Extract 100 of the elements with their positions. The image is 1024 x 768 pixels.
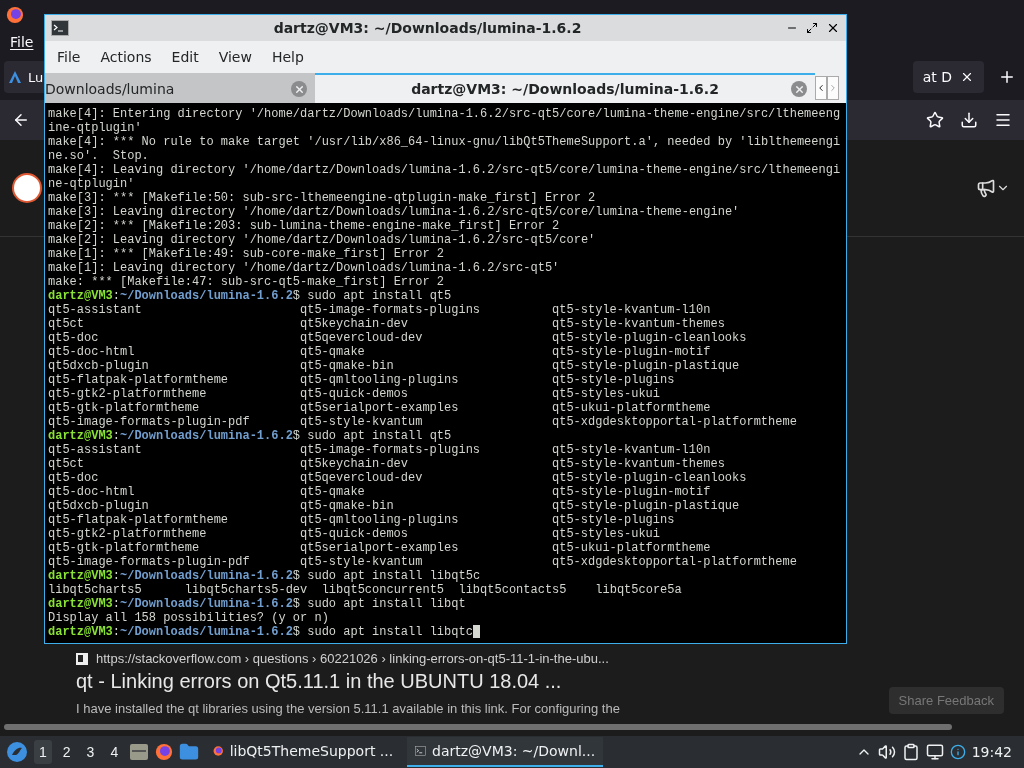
result-snippet: I have installed the qt libraries using the version 5.11.1 available in this link. For configuring the bbox=[76, 701, 620, 716]
package-name: qt5-flatpak-platformtheme bbox=[48, 513, 230, 527]
menu-icon[interactable] bbox=[994, 111, 1012, 129]
package-name: qt5-xdgdesktopportal-platformtheme bbox=[552, 415, 798, 429]
chevron-left-icon bbox=[816, 82, 826, 94]
package-name: qt5-flatpak-platformtheme bbox=[48, 373, 230, 387]
package-name: qt5-doc bbox=[48, 471, 100, 485]
terminal-icon bbox=[51, 20, 69, 36]
close-tab-icon[interactable] bbox=[791, 81, 807, 97]
package-name: qt5-ukui-platformtheme bbox=[552, 541, 712, 555]
start-menu-icon[interactable] bbox=[6, 741, 28, 763]
package-name: qt5-qmltooling-plugins bbox=[300, 513, 460, 527]
package-name: qt5-style-plugin-cleanlooks bbox=[552, 471, 748, 485]
megaphone-icon[interactable] bbox=[976, 178, 996, 198]
file-manager-icon[interactable] bbox=[129, 743, 150, 761]
clipboard-icon[interactable] bbox=[901, 743, 920, 761]
package-name: qt5-style-kvantum-themes bbox=[552, 457, 726, 471]
package-name: qt5-doc bbox=[48, 331, 100, 345]
workspace-button[interactable]: 3 bbox=[81, 740, 100, 764]
close-icon[interactable] bbox=[826, 21, 840, 35]
package-name: qt5-image-formats-plugin-pdf bbox=[48, 415, 251, 429]
result-url[interactable]: https://stackoverflow.com › questions › 60221026 › linking-errors-on-qt5-11-1-in-the-ubu... bbox=[96, 651, 609, 666]
browser-tab[interactable]: at D bbox=[912, 61, 984, 93]
menu-item[interactable]: Help bbox=[261, 49, 314, 65]
package-name: qt5qevercloud-dev bbox=[300, 471, 424, 485]
window-title: dartz@VM3: ~/Downloads/lumina-1.6.2 bbox=[272, 20, 583, 36]
terminal-line: make[2]: Leaving directory '/home/dartz/Downloads/lumina-1.6.2/src-qt5/core' bbox=[48, 233, 597, 247]
terminal-line: make[4]: Entering directory '/home/dartz/Downloads/lumina-1.6.2/src-qt5/core/lumina-theme-engine/src/lthemeeng bbox=[48, 107, 842, 121]
terminal-icon bbox=[415, 743, 427, 759]
firefox-icon[interactable] bbox=[155, 743, 174, 761]
package-name: qt5-doc-html bbox=[48, 345, 136, 359]
star-icon[interactable] bbox=[926, 111, 944, 129]
prompt-line: dartz@VM3:~/Downloads/lumina-1.6.2$ sudo apt install libqt bbox=[48, 597, 467, 611]
menu-item[interactable]: File bbox=[47, 49, 91, 65]
package-name: qt5-qmake bbox=[300, 345, 366, 359]
workspace-button[interactable]: 4 bbox=[105, 740, 124, 764]
terminal-tab[interactable]: Downloads/lumina bbox=[45, 73, 315, 103]
menu-item[interactable]: Edit bbox=[161, 49, 209, 65]
package-name: qt5keychain-dev bbox=[300, 317, 410, 331]
package-name: qt5-qmake-bin bbox=[300, 499, 395, 513]
terminal-line: make[3]: *** [Makefile:50: sub-src-lthemeengine-qtplugin-make_first] Error 2 bbox=[48, 191, 597, 205]
package-name: qt5-xdgdesktopportal-platformtheme bbox=[552, 555, 798, 569]
close-icon[interactable] bbox=[960, 70, 974, 84]
package-name: qt5-style-plugins bbox=[552, 373, 676, 387]
scrollbar[interactable] bbox=[4, 724, 952, 730]
folder-icon[interactable] bbox=[179, 742, 200, 762]
package-name: qt5-style-plugin-plastique bbox=[552, 499, 741, 513]
close-tab-icon[interactable] bbox=[291, 81, 307, 97]
terminal-line: ne-qtplugin' bbox=[48, 177, 136, 191]
package-name: qt5-qmake-bin bbox=[300, 359, 395, 373]
package-name: qt5-ukui-platformtheme bbox=[552, 401, 712, 415]
volume-icon[interactable] bbox=[877, 743, 896, 761]
site-icon bbox=[76, 652, 88, 665]
menu-item[interactable]: File bbox=[10, 34, 34, 50]
terminal-line: ine-qtplugin' bbox=[48, 121, 143, 135]
terminal-line: make[4]: Leaving directory '/home/dartz/Downloads/lumina-1.6.2/src-qt5/core/lumina-theme-engine/src/lthemeengi bbox=[48, 163, 842, 177]
task-button[interactable]: dartz@VM3: ~/Downl... bbox=[407, 737, 604, 767]
workspace-button[interactable]: 2 bbox=[57, 740, 76, 764]
download-icon[interactable] bbox=[960, 111, 978, 129]
package-name: qt5qevercloud-dev bbox=[300, 331, 424, 345]
package-name: qt5-quick-demos bbox=[300, 387, 410, 401]
menu-item[interactable]: Actions bbox=[90, 49, 162, 65]
package-name: qt5-style-kvantum-l10n bbox=[552, 303, 712, 317]
terminal-line: make[4]: *** No rule to make target '/usr/lib/x86_64-linux-gnu/libQt5ThemeSupport.a', needed by 'liblthemeengi bbox=[48, 135, 842, 149]
package-name: qt5-image-formats-plugins bbox=[300, 303, 482, 317]
chevron-right-icon bbox=[828, 82, 838, 94]
package-name: qt5-style-kvantum-themes bbox=[552, 317, 726, 331]
package-name: qt5serialport-examples bbox=[300, 541, 460, 555]
prompt-line: dartz@VM3:~/Downloads/lumina-1.6.2$ sudo apt install qt5 bbox=[48, 429, 453, 443]
package-name: qt5-gtk-platformtheme bbox=[48, 401, 201, 415]
package-name: qt5-gtk-platformtheme bbox=[48, 541, 201, 555]
terminal-line: make[2]: *** [Makefile:203: sub-lumina-theme-engine-make_first] Error 2 bbox=[48, 219, 561, 233]
package-name: qt5-quick-demos bbox=[300, 527, 410, 541]
package-name: qt5-style-kvantum bbox=[300, 555, 424, 569]
task-button[interactable]: libQt5ThemeSupport ... bbox=[205, 737, 402, 767]
package-name: qt5dxcb-plugin bbox=[48, 499, 150, 513]
package-name: qt5-image-formats-plugins bbox=[300, 443, 482, 457]
package-name: qt5-style-plugin-plastique bbox=[552, 359, 741, 373]
new-tab-icon[interactable] bbox=[998, 68, 1016, 86]
terminal-line: make[3]: Leaving directory '/home/dartz/Downloads/lumina-1.6.2/src-qt5/core/lumina-theme-engine' bbox=[48, 205, 741, 219]
package-name: qt5-gtk2-platformtheme bbox=[48, 387, 208, 401]
notification-icon[interactable] bbox=[949, 744, 966, 760]
maximize-icon[interactable] bbox=[806, 22, 818, 34]
package-name: qt5-qmltooling-plugins bbox=[300, 373, 460, 387]
package-name: qt5-style-plugin-motif bbox=[552, 485, 712, 499]
workspace-button[interactable]: 1 bbox=[34, 740, 52, 764]
terminal-line: ne.so'. Stop. bbox=[48, 149, 150, 163]
package-name: qt5serialport-examples bbox=[300, 401, 460, 415]
prompt-line: dartz@VM3:~/Downloads/lumina-1.6.2$ sudo apt install libqt5c bbox=[48, 569, 482, 583]
terminal-line: make: *** [Makefile:47: sub-src-qt5-make_first] Error 2 bbox=[48, 275, 446, 289]
back-icon[interactable] bbox=[12, 111, 30, 129]
network-icon[interactable] bbox=[925, 743, 944, 761]
terminal-line: make[1]: *** [Makefile:49: sub-core-make_first] Error 2 bbox=[48, 247, 446, 261]
menu-item[interactable]: View bbox=[208, 49, 262, 65]
browser-tab[interactable]: Lu bbox=[4, 61, 44, 93]
package-name: qt5ct bbox=[48, 317, 85, 331]
package-name: qt5-style-plugin-motif bbox=[552, 345, 712, 359]
clock: 19:42 bbox=[971, 744, 1012, 760]
package-name: qt5-styles-ukui bbox=[552, 527, 662, 541]
package-name: qt5-gtk2-platformtheme bbox=[48, 527, 208, 541]
